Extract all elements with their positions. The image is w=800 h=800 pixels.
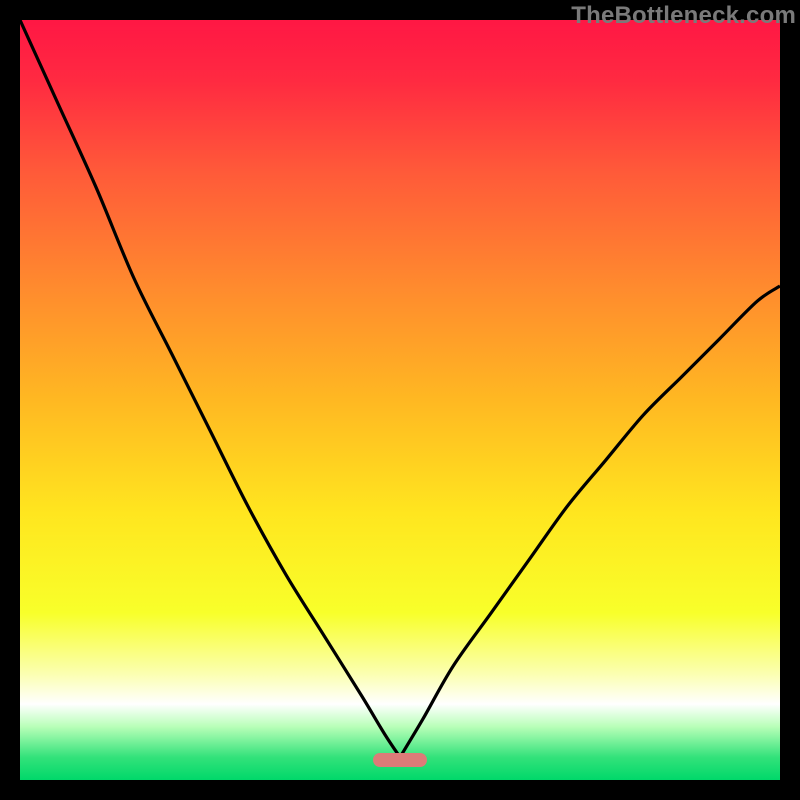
optimal-point-marker (373, 753, 427, 767)
curve-right-branch (400, 286, 780, 757)
bottleneck-curve (20, 20, 780, 780)
plot-area (20, 20, 780, 780)
curve-left-branch (20, 20, 400, 757)
chart-frame: TheBottleneck.com (0, 0, 800, 800)
watermark-text: TheBottleneck.com (571, 2, 796, 30)
